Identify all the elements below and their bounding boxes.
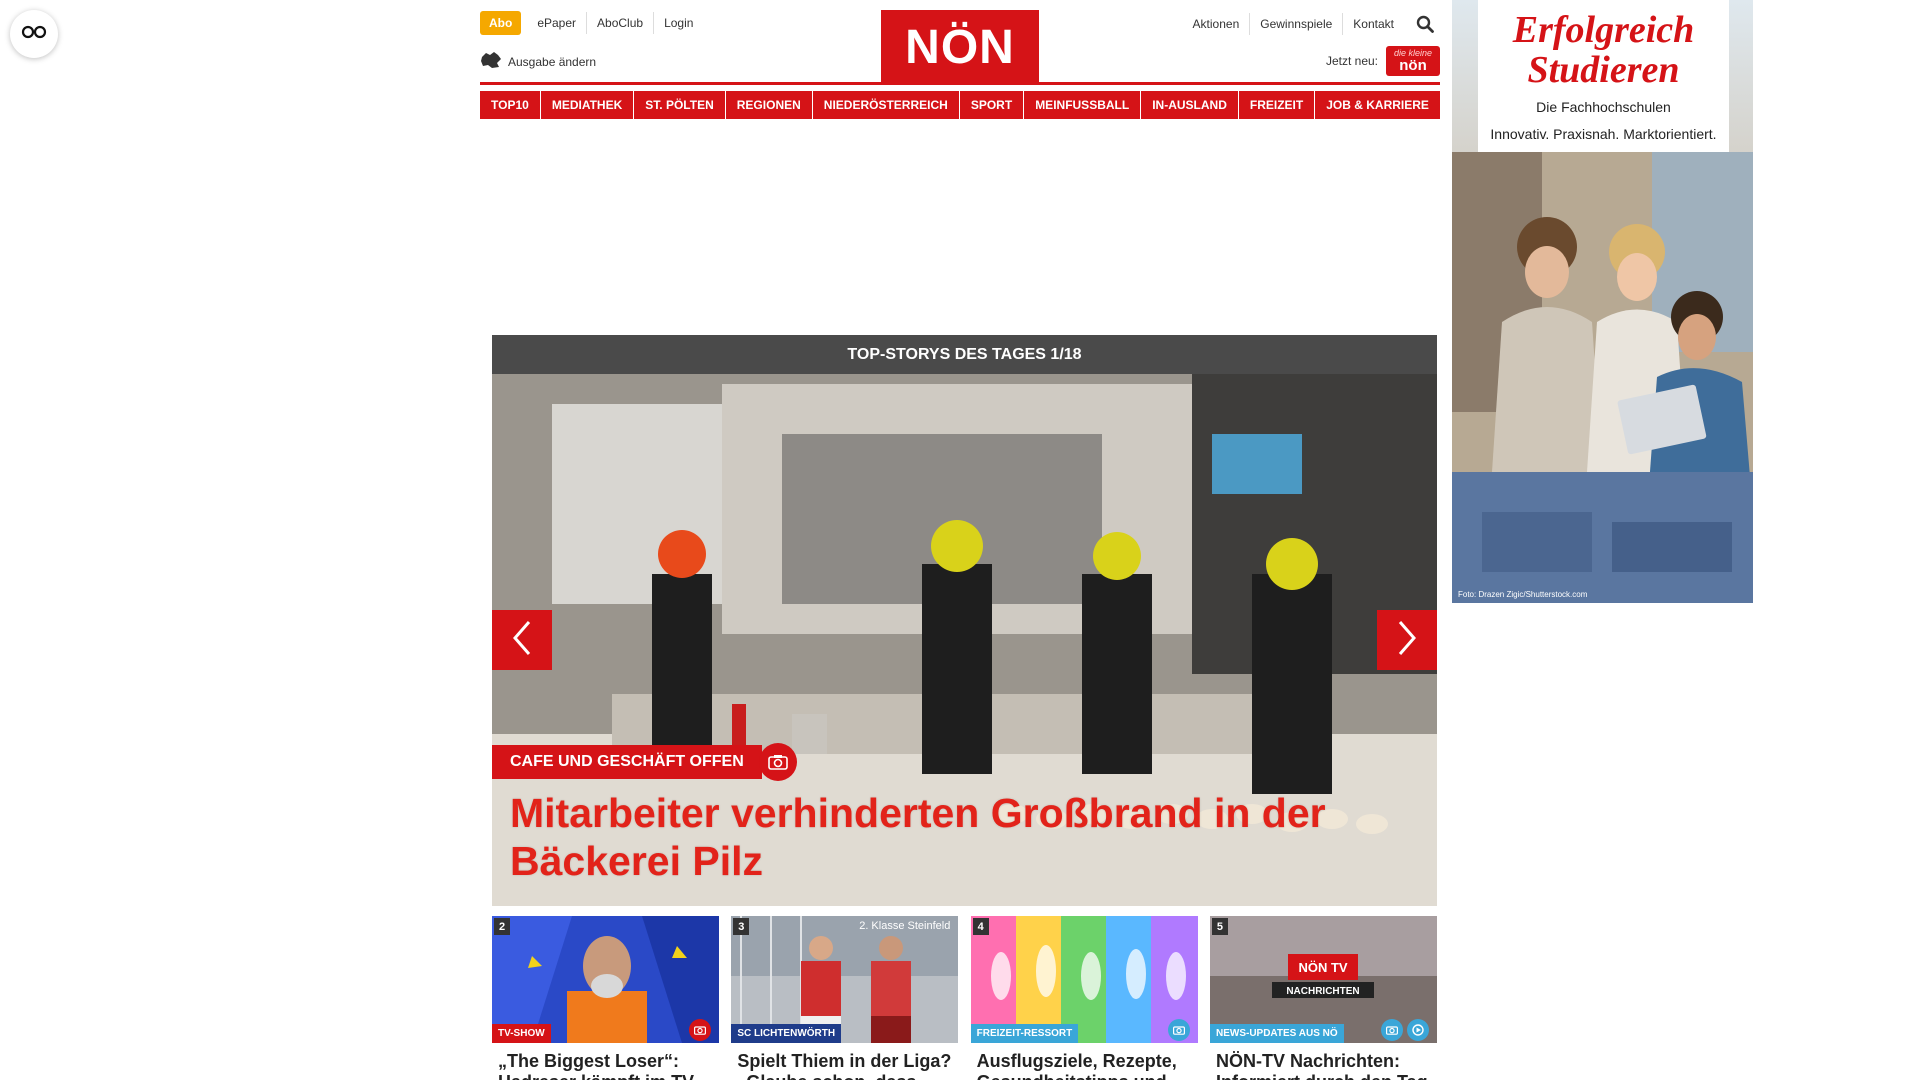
hero-category-badge[interactable]: CAFE UND GESCHÄFT OFFEN bbox=[492, 745, 762, 779]
change-edition-label: Ausgabe ändern bbox=[508, 54, 597, 69]
teaser-image-caption: 2. Klasse Steinfeld bbox=[859, 920, 951, 932]
main-nav: TOP10 MEDIATHEK ST. PÖLTEN REGIONEN NIED… bbox=[480, 91, 1440, 119]
advertisement-banner[interactable]: Erfolgreich Studieren Die Fachhochschule… bbox=[1452, 0, 1753, 603]
nav-item-st-poelten[interactable]: ST. PÖLTEN bbox=[634, 91, 725, 119]
svg-text:NACHRICHTEN: NACHRICHTEN bbox=[1286, 986, 1359, 997]
camera-icon bbox=[689, 1019, 711, 1041]
teaser-card[interactable]: NÖN TV NACHRICHTEN 5 NEWS-UPDATES AUS NÖ… bbox=[1209, 916, 1437, 1080]
search-icon[interactable] bbox=[1410, 11, 1440, 37]
teaser-rank: 5 bbox=[1211, 918, 1228, 935]
ad-sub-line2: Innovativ. Praxisnah. Marktorientiert. bbox=[1490, 126, 1717, 142]
camera-icon[interactable] bbox=[759, 743, 797, 781]
hero-headline[interactable]: Mitarbeiter verhinderten Großbrand in de… bbox=[510, 789, 1430, 885]
teaser-title[interactable]: Spielt Thiem in der Liga? „Glaube schon,… bbox=[731, 1043, 958, 1080]
teaser-title[interactable]: NÖN-TV Nachrichten: Informiert durch den… bbox=[1210, 1043, 1437, 1080]
teaser-image: 4 FREIZEIT-RESSORT bbox=[970, 916, 1198, 1043]
hero-slide[interactable]: CAFE UND GESCHÄFT OFFEN Mitarbeiter verh… bbox=[492, 374, 1437, 906]
nav-item-freizeit[interactable]: FREIZEIT bbox=[1238, 91, 1315, 119]
nav-item-mediathek[interactable]: MEDIATHEK bbox=[540, 91, 634, 119]
accessibility-button[interactable] bbox=[10, 10, 58, 58]
nav-item-job-karriere[interactable]: JOB & KARRIERE bbox=[1315, 91, 1440, 119]
nav-item-top10[interactable]: TOP10 bbox=[480, 91, 540, 119]
teaser-rank: 2 bbox=[494, 918, 510, 935]
carousel-next-button[interactable] bbox=[1377, 610, 1437, 670]
nav-divider bbox=[480, 82, 1440, 85]
noen-logo[interactable]: NÖN bbox=[881, 10, 1039, 84]
carousel-prev-button[interactable] bbox=[492, 610, 552, 670]
change-edition-link[interactable]: Ausgabe ändern bbox=[480, 51, 596, 72]
carousel-header: TOP-STORYS DES TAGES 1/18 bbox=[492, 335, 1437, 374]
masthead: Abo ePaper AboClub Login Ausgabe ändern … bbox=[480, 0, 1440, 130]
teaser-title[interactable]: Ausflugsziele, Rezepte, Gesundheitstipps… bbox=[971, 1043, 1198, 1080]
aboclub-link[interactable]: AboClub bbox=[586, 12, 653, 34]
ad-card: Erfolgreich Studieren Die Fachhochschule… bbox=[1478, 0, 1729, 152]
teaser-card[interactable]: 2. Klasse Steinfeld 3 SC LICHTENWÖRTH Sp… bbox=[731, 916, 959, 1080]
chevron-left-icon bbox=[511, 620, 533, 661]
camera-icon bbox=[1167, 1019, 1190, 1041]
teaser-category: FREIZEIT-RESSORT bbox=[970, 1024, 1079, 1043]
ad-photo-credit: Foto: Drazen Zigic/Shutterstock.com bbox=[1458, 590, 1588, 599]
ad-sub-line1: Die Fachhochschulen bbox=[1536, 99, 1671, 115]
teaser-title[interactable]: „The Biggest Loser“: Hadreser kämpft im … bbox=[492, 1043, 719, 1080]
chevron-right-icon bbox=[1396, 620, 1418, 661]
teaser-card[interactable]: 4 FREIZEIT-RESSORT Ausflugsziele, Rezept… bbox=[970, 916, 1198, 1080]
teaser-category: SC LICHTENWÖRTH bbox=[731, 1024, 842, 1043]
kleine-noen-big: nön bbox=[1399, 57, 1427, 74]
ad-title-line2: Studieren bbox=[1527, 49, 1680, 91]
jetzt-neu-label: Jetzt neu: bbox=[1325, 54, 1378, 68]
ad-title-line1: Erfolgreich bbox=[1512, 9, 1695, 51]
map-icon bbox=[480, 51, 508, 72]
camera-icon bbox=[1380, 1019, 1403, 1041]
glasses-icon bbox=[21, 25, 47, 44]
kleine-noen-badge[interactable]: die kleine nön bbox=[1386, 46, 1440, 76]
teaser-image: 2. Klasse Steinfeld 3 SC LICHTENWÖRTH bbox=[731, 916, 959, 1043]
teaser-rank: 3 bbox=[733, 918, 750, 935]
teaser-image: 2 TV-SHOW bbox=[492, 916, 719, 1043]
nav-item-regionen[interactable]: REGIONEN bbox=[725, 91, 812, 119]
nav-item-sport[interactable]: SPORT bbox=[959, 91, 1024, 119]
top-stories-carousel: TOP-STORYS DES TAGES 1/18 CAFE UND GESCH… bbox=[492, 335, 1437, 906]
nav-item-in-ausland[interactable]: IN-AUSLAND bbox=[1141, 91, 1238, 119]
aktionen-link[interactable]: Aktionen bbox=[1183, 13, 1250, 35]
abo-button[interactable]: Abo bbox=[480, 11, 522, 35]
epaper-link[interactable]: ePaper bbox=[527, 12, 586, 34]
teaser-icons bbox=[1167, 1019, 1190, 1041]
svg-text:NÖN TV: NÖN TV bbox=[1298, 960, 1347, 975]
login-link[interactable]: Login bbox=[653, 12, 703, 34]
top-links: Abo ePaper AboClub Login bbox=[480, 11, 703, 35]
gewinnspiele-link[interactable]: Gewinnspiele bbox=[1249, 13, 1342, 35]
play-icon bbox=[1406, 1019, 1429, 1041]
teaser-category: NEWS-UPDATES AUS NÖ bbox=[1209, 1024, 1344, 1043]
nav-item-niederoesterreich[interactable]: NIEDERÖSTERREICH bbox=[812, 91, 959, 119]
teaser-image: NÖN TV NACHRICHTEN 5 NEWS-UPDATES AUS NÖ bbox=[1209, 916, 1437, 1043]
teaser-category: TV-SHOW bbox=[492, 1024, 551, 1043]
teaser-icons bbox=[1380, 1019, 1429, 1041]
ad-photo bbox=[1452, 152, 1753, 603]
teaser-row: 2 TV-SHOW „The Biggest Loser“: Hadreser … bbox=[492, 916, 1437, 1080]
teaser-icons bbox=[689, 1019, 711, 1041]
teaser-card[interactable]: 2 TV-SHOW „The Biggest Loser“: Hadreser … bbox=[492, 916, 719, 1080]
kontakt-link[interactable]: Kontakt bbox=[1342, 13, 1404, 35]
right-links: Aktionen Gewinnspiele Kontakt bbox=[1183, 11, 1440, 37]
teaser-rank: 4 bbox=[972, 918, 989, 935]
nav-item-meinfussball[interactable]: MEINFUSSBALL bbox=[1024, 91, 1141, 119]
jetzt-neu: Jetzt neu: die kleine nön bbox=[1326, 46, 1440, 76]
